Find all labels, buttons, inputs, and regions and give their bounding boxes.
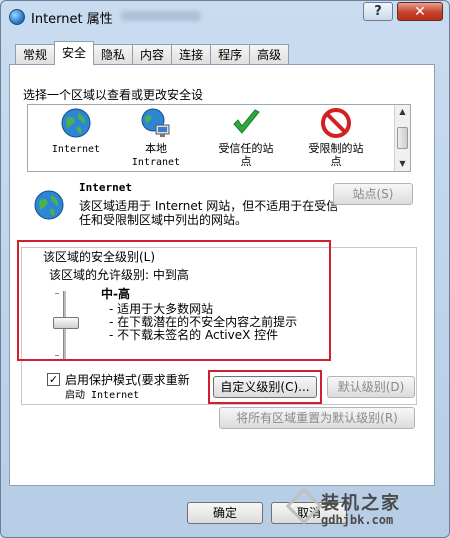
sites-button[interactable]: 站点(S) [333, 183, 413, 205]
zone-detail-text: 该区域适用于 Internet 网站，但不适用于在受信任和受限制区域中列出的网站… [79, 199, 339, 227]
zone-label-line2: 点 [330, 155, 342, 168]
tab-content[interactable]: 内容 [132, 44, 173, 65]
scroll-up-icon[interactable]: ▲ [395, 105, 410, 119]
window-title: Internet 属性 [31, 12, 113, 27]
tab-security[interactable]: 安全 [54, 41, 95, 65]
globe-icon [34, 190, 64, 220]
internet-explorer-icon [9, 9, 25, 25]
tab-privacy[interactable]: 隐私 [93, 44, 134, 65]
zone-label: 受信任的站 [218, 142, 274, 155]
globe-icon [61, 108, 91, 138]
scroll-down-icon[interactable]: ▼ [395, 157, 410, 171]
zone-label-line2: Intranet [131, 157, 181, 168]
close-button[interactable]: ✕ [397, 2, 443, 21]
zone-trusted-sites[interactable]: 受信任的站 点 [202, 107, 290, 168]
watermark-url: gdhjbk.com [321, 513, 394, 527]
zone-label: 本地 [145, 142, 167, 155]
protected-mode-label: 启用保护模式(要求重新 启动 Internet [65, 373, 205, 403]
tab-general[interactable]: 常规 [15, 44, 56, 65]
security-level-highlight [17, 240, 331, 361]
zone-internet[interactable]: Internet [32, 107, 120, 156]
title-bar[interactable]: Internet 属性 ? ✕ [1, 1, 449, 31]
scroll-thumb[interactable] [397, 127, 408, 149]
checkmark-icon [233, 109, 260, 134]
zone-label-line2: 点 [240, 155, 252, 168]
zone-intranet[interactable]: 本地 Intranet [112, 107, 200, 169]
zone-detail-title: Internet [79, 181, 132, 194]
zone-prompt: 选择一个区域以查看或更改安全设 [23, 88, 204, 102]
zone-list: Internet 本地 Intranet 受信任的站 点 受限制的站 点 ▲ ▼ [27, 104, 411, 172]
network-globe-icon [141, 108, 170, 137]
zone-label: 受限制的站 [308, 142, 364, 155]
tab-connections[interactable]: 连接 [171, 44, 212, 65]
tab-advanced[interactable]: 高级 [249, 44, 290, 65]
ok-button[interactable]: 确定 [187, 502, 263, 524]
reset-all-zones-button[interactable]: 将所有区域重置为默认级别(R) [219, 407, 415, 429]
protected-mode-checkbox[interactable]: ✓ [47, 373, 60, 386]
default-level-button[interactable]: 默认级别(D) [327, 376, 415, 398]
zone-restricted-sites[interactable]: 受限制的站 点 [292, 107, 380, 168]
internet-options-window: Internet 属性 ? ✕ 常规 安全 隐私 内容 连接 程序 高级 选择一… [0, 0, 450, 538]
tab-programs[interactable]: 程序 [210, 44, 251, 65]
protected-mode-line2: 启动 Internet [65, 390, 140, 401]
watermark-text: 装机之家 [321, 493, 401, 514]
tab-strip: 常规 安全 隐私 内容 连接 程序 高级 [15, 41, 290, 65]
protected-mode-line1: 启用保护模式(要求重新 [65, 373, 190, 387]
custom-level-highlight [208, 370, 322, 404]
restricted-icon [321, 108, 351, 138]
help-button[interactable]: ? [363, 2, 393, 21]
zone-label: Internet [51, 144, 101, 155]
title-blur [121, 11, 201, 21]
zone-scrollbar[interactable]: ▲ ▼ [394, 105, 410, 171]
